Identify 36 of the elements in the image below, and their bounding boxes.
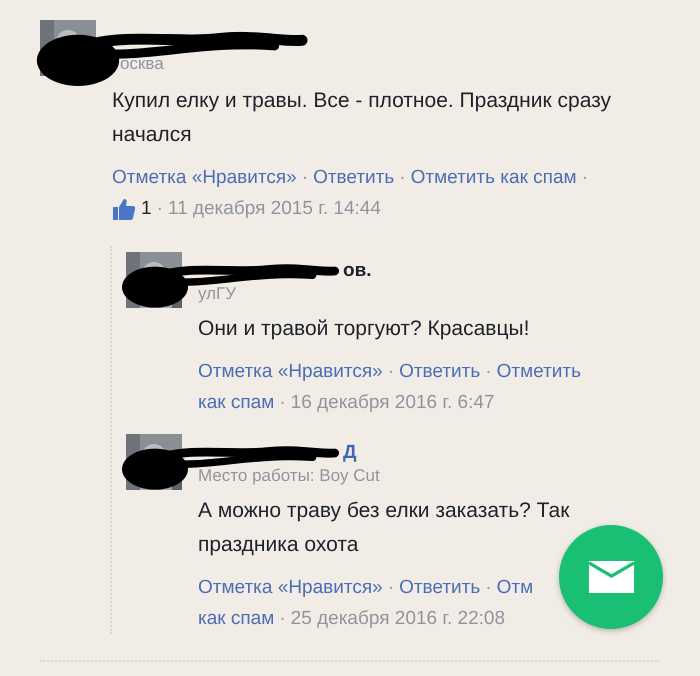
comment-action-link[interactable]: Отм: [496, 572, 534, 603]
author-subtitle: Место работы: Boy Cut: [198, 466, 381, 486]
like-count: 1: [141, 197, 152, 221]
comment-action-link[interactable]: Отметить как спам: [410, 162, 577, 193]
envelope-icon: [588, 561, 634, 593]
author-subtitle: осква: [119, 54, 165, 74]
separator-dot: ·: [388, 360, 394, 384]
comment-text: Они и травой торгуют? Красавцы!: [198, 316, 530, 342]
message-button[interactable]: [559, 525, 663, 629]
comment-date[interactable]: 11 декабря 2015 г. 14:44: [168, 193, 381, 224]
separator-dot: ·: [582, 166, 588, 190]
comment-action-link[interactable]: как спам: [198, 603, 274, 634]
separator-dot: ·: [399, 166, 406, 190]
separator-dot: ·: [388, 576, 394, 600]
comment-action-link[interactable]: Ответить: [399, 572, 480, 603]
comment-action-link[interactable]: Отметить: [496, 356, 582, 387]
comment-action-link[interactable]: Отметка «Нравится»: [112, 162, 297, 193]
separator-dot: ·: [302, 166, 308, 190]
thumbs-up-icon[interactable]: [112, 196, 136, 220]
author-name[interactable]: Д: [343, 442, 357, 464]
comment-action-link[interactable]: Ответить: [313, 162, 394, 193]
comment-date[interactable]: 16 декабря 2016 г. 6:47: [290, 387, 495, 418]
separator-dot: ·: [279, 607, 286, 631]
separator-dot: ·: [156, 197, 163, 221]
author-name[interactable]: ов.: [343, 260, 372, 282]
comment-date[interactable]: 25 декабря 2016 г. 22:08: [290, 603, 506, 634]
separator-dot: ·: [485, 576, 492, 600]
comment-text: Купил елку и травы. Все - плотное. Праздник сразу начался: [112, 88, 612, 148]
comment-action-link[interactable]: Отметка «Нравится»: [198, 356, 383, 387]
comment-action-link[interactable]: как спам: [198, 387, 274, 418]
comment-action-link[interactable]: Отметка «Нравится»: [198, 572, 383, 603]
separator-dot: ·: [279, 391, 286, 415]
author-subtitle: улГУ: [198, 284, 238, 304]
comment-text: А можно траву без елки заказать? Так праздника охота: [198, 498, 570, 558]
separator-dot: ·: [485, 360, 492, 384]
comment-action-link[interactable]: Ответить: [399, 356, 480, 387]
